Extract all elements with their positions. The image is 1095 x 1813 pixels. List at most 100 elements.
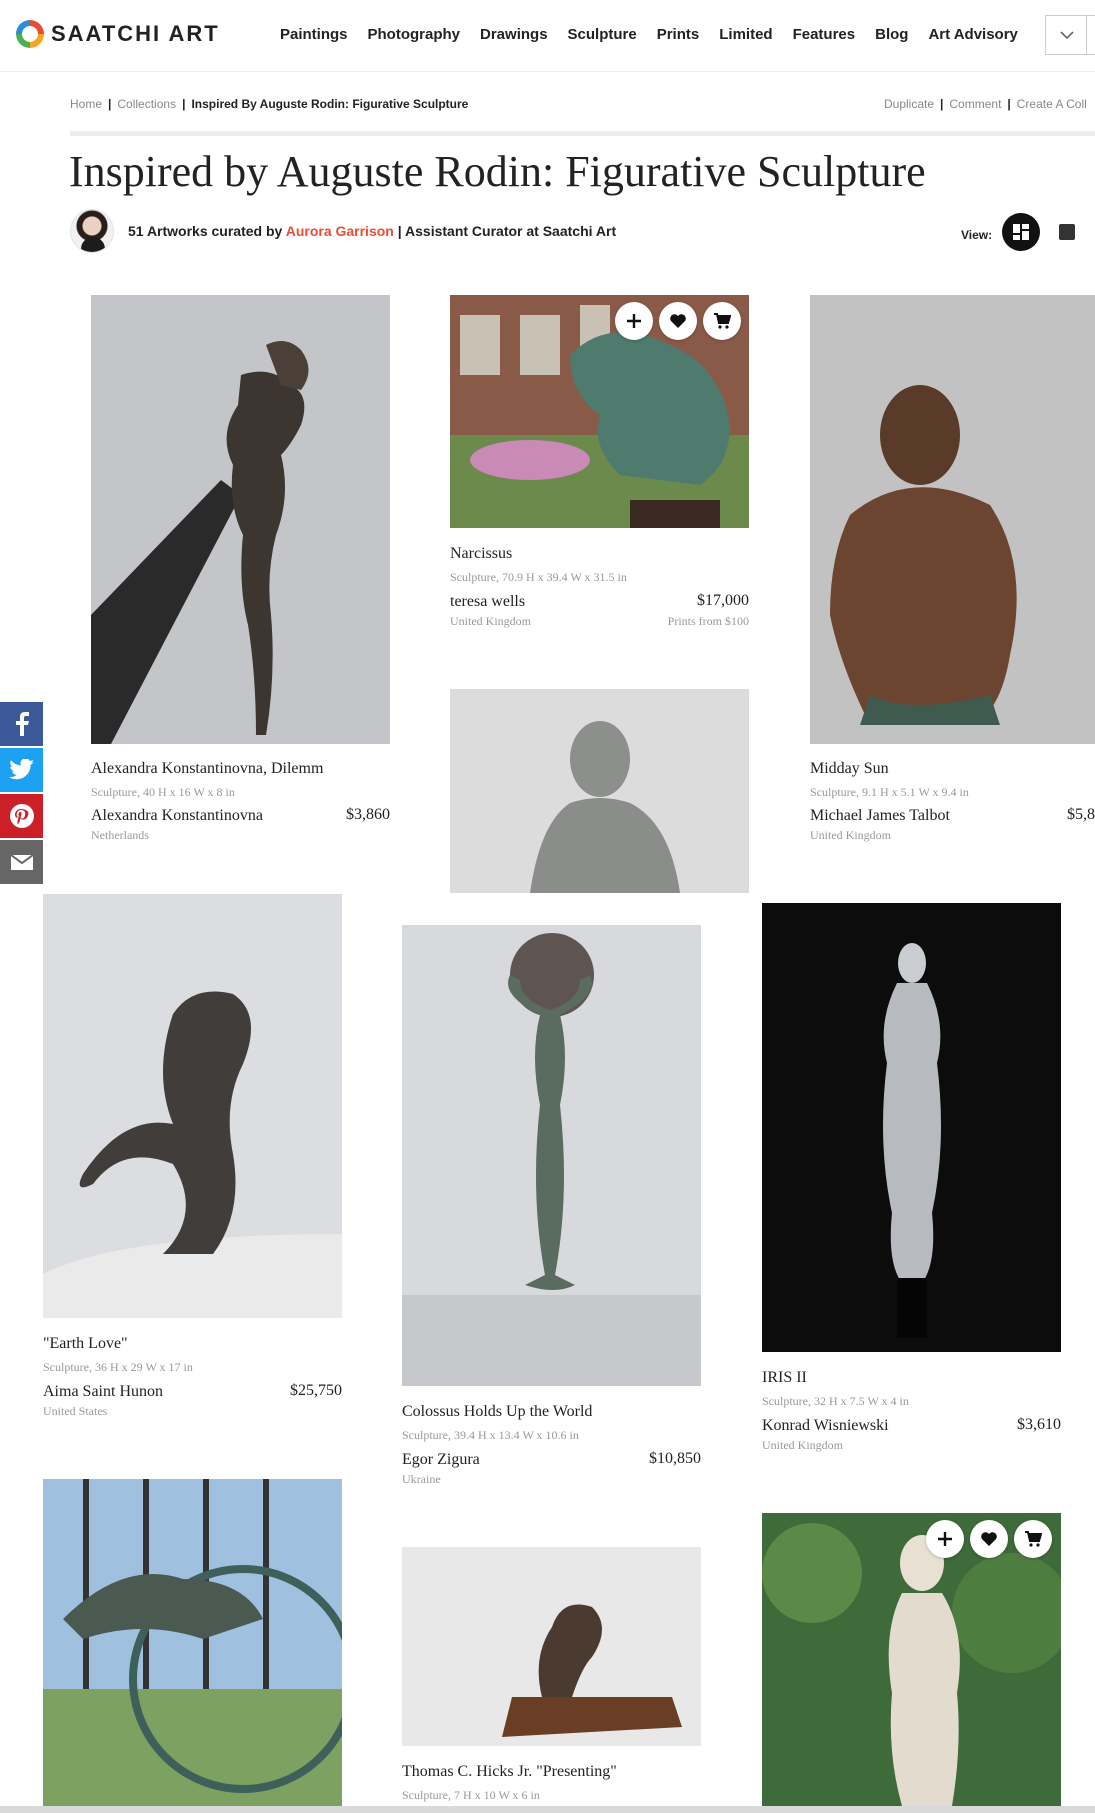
pinterest-share-button[interactable] <box>0 794 43 838</box>
artist-country: United Kingdom <box>450 614 531 628</box>
facebook-icon <box>15 712 29 736</box>
nav-features[interactable]: Features <box>793 26 856 43</box>
nav-photography[interactable]: Photography <box>368 26 461 43</box>
curator-text: 51 Artworks curated by Aurora Garrison |… <box>128 223 616 239</box>
artist-name[interactable]: Konrad Wisniewski <box>762 1417 889 1435</box>
nav-limited[interactable]: Limited <box>719 26 772 43</box>
grid-view-icon <box>1013 224 1030 240</box>
prints-price[interactable]: Prints from $100 <box>599 614 749 629</box>
nav-prints[interactable]: Prints <box>657 26 700 43</box>
artwork-meta: Sculpture, 70.9 H x 39.4 W x 31.5 in <box>450 570 627 584</box>
nav-paintings[interactable]: Paintings <box>280 26 348 43</box>
twitter-share-button[interactable] <box>0 748 43 792</box>
artwork-meta: Sculpture, 9.1 H x 5.1 W x 9.4 in <box>810 785 969 799</box>
artist-name[interactable]: Egor Zigura <box>402 1451 480 1469</box>
favorite-button[interactable] <box>970 1520 1008 1558</box>
add-to-cart-button[interactable] <box>1014 1520 1052 1558</box>
list-view-icon[interactable] <box>1059 224 1076 240</box>
menu-dropdown-button[interactable] <box>1045 15 1088 55</box>
heart-icon <box>670 314 686 328</box>
artwork-price: $3,860 <box>346 806 390 823</box>
breadcrumb-home[interactable]: Home <box>70 97 102 111</box>
artwork-image[interactable] <box>43 894 342 1318</box>
artist-name[interactable]: Michael James Talbot <box>810 807 950 825</box>
favorite-button[interactable] <box>659 302 697 340</box>
collection-actions: Duplicate | Comment | Create A Coll <box>884 97 1087 111</box>
main-nav: Paintings Photography Drawings Sculpture… <box>270 0 1028 68</box>
artwork-title[interactable]: Narcissus <box>450 545 512 563</box>
create-collection-link[interactable]: Create A Coll <box>1017 97 1087 111</box>
plus-icon <box>627 314 641 328</box>
browser-status-bar <box>0 1806 1095 1813</box>
artwork-image[interactable] <box>43 1479 342 1806</box>
artwork-title[interactable]: Midday Sun <box>810 760 889 778</box>
add-to-cart-button[interactable] <box>703 302 741 340</box>
breadcrumb-collections[interactable]: Collections <box>117 97 176 111</box>
artwork-price: $10,850 <box>649 1450 701 1467</box>
artist-country: Ukraine <box>402 1472 441 1486</box>
logo-text: SAATCHI ART <box>51 21 220 46</box>
artwork-image[interactable] <box>91 295 390 744</box>
artwork-meta: Sculpture, 39.4 H x 13.4 W x 10.6 in <box>402 1428 579 1442</box>
artwork-title[interactable]: IRIS II <box>762 1369 807 1387</box>
artwork-price: $5,8 <box>1067 806 1095 823</box>
add-to-collection-button[interactable] <box>615 302 653 340</box>
artwork-price: $25,750 <box>290 1382 342 1399</box>
logo[interactable]: SAATCHI ART <box>16 19 220 49</box>
heart-icon <box>981 1532 997 1546</box>
grid-view-button[interactable] <box>1002 213 1041 251</box>
artwork-image[interactable] <box>810 295 1095 744</box>
artwork-actions <box>926 1520 1052 1558</box>
view-toggle: View: <box>961 213 1076 251</box>
artwork-count: 51 Artworks curated by <box>128 223 283 239</box>
cart-icon <box>714 313 731 329</box>
artwork-meta: Sculpture, 40 H x 16 W x 8 in <box>91 785 235 799</box>
duplicate-link[interactable]: Duplicate <box>884 97 934 111</box>
artwork-price: $3,610 <box>1017 1416 1061 1433</box>
artist-country: United Kingdom <box>762 1438 843 1452</box>
artwork-actions <box>615 302 741 340</box>
artwork-image[interactable] <box>762 903 1061 1352</box>
artist-name[interactable]: teresa wells <box>450 593 525 611</box>
curator-info: 51 Artworks curated by Aurora Garrison |… <box>70 209 616 253</box>
curator-role: | Assistant Curator at Saatchi Art <box>397 223 617 239</box>
email-icon <box>9 854 34 870</box>
artwork-title[interactable]: Alexandra Konstantinovna, Dilemm <box>91 760 323 778</box>
action-separator: | <box>940 97 944 111</box>
social-share-bar <box>0 702 43 886</box>
artwork-price: $17,000 <box>697 592 749 609</box>
nav-art-advisory[interactable]: Art Advisory <box>928 26 1017 43</box>
artwork-image[interactable] <box>402 1547 701 1746</box>
avatar[interactable] <box>70 209 114 253</box>
plus-icon <box>938 1532 952 1546</box>
artwork-title[interactable]: Thomas C. Hicks Jr. "Presenting" <box>402 1763 617 1781</box>
artist-country: United States <box>43 1404 108 1418</box>
nav-blog[interactable]: Blog <box>875 26 908 43</box>
facebook-share-button[interactable] <box>0 702 43 746</box>
twitter-icon <box>8 759 34 780</box>
artwork-meta: Sculpture, 32 H x 7.5 W x 4 in <box>762 1394 909 1408</box>
artwork-meta: Sculpture, 7 H x 10 W x 6 in <box>402 1788 540 1802</box>
artist-name[interactable]: Alexandra Konstantinovna <box>91 807 263 825</box>
logo-mark-icon <box>16 20 44 48</box>
comment-link[interactable]: Comment <box>949 97 1001 111</box>
nav-sculpture[interactable]: Sculpture <box>568 26 637 43</box>
email-share-button[interactable] <box>0 840 43 884</box>
action-separator: | <box>1007 97 1011 111</box>
artwork-title[interactable]: Colossus Holds Up the World <box>402 1403 592 1421</box>
artwork-image[interactable] <box>450 689 749 893</box>
breadcrumb-separator: | <box>182 97 186 111</box>
artwork-image[interactable] <box>402 925 701 1386</box>
artist-name[interactable]: Aima Saint Hunon <box>43 1383 163 1401</box>
chevron-down-icon <box>1060 30 1074 39</box>
add-to-collection-button[interactable] <box>926 1520 964 1558</box>
artwork-title[interactable]: "Earth Love" <box>43 1335 128 1353</box>
account-button[interactable] <box>1086 15 1095 55</box>
site-header: SAATCHI ART Paintings Photography Drawin… <box>0 0 1095 72</box>
cart-icon <box>1025 1531 1042 1547</box>
artist-country: United Kingdom <box>810 828 891 842</box>
page-title: Inspired by Auguste Rodin: Figurative Sc… <box>69 147 926 196</box>
nav-drawings[interactable]: Drawings <box>480 26 548 43</box>
curator-name-link[interactable]: Aurora Garrison <box>286 223 394 239</box>
breadcrumb-current: Inspired By Auguste Rodin: Figurative Sc… <box>191 97 469 111</box>
